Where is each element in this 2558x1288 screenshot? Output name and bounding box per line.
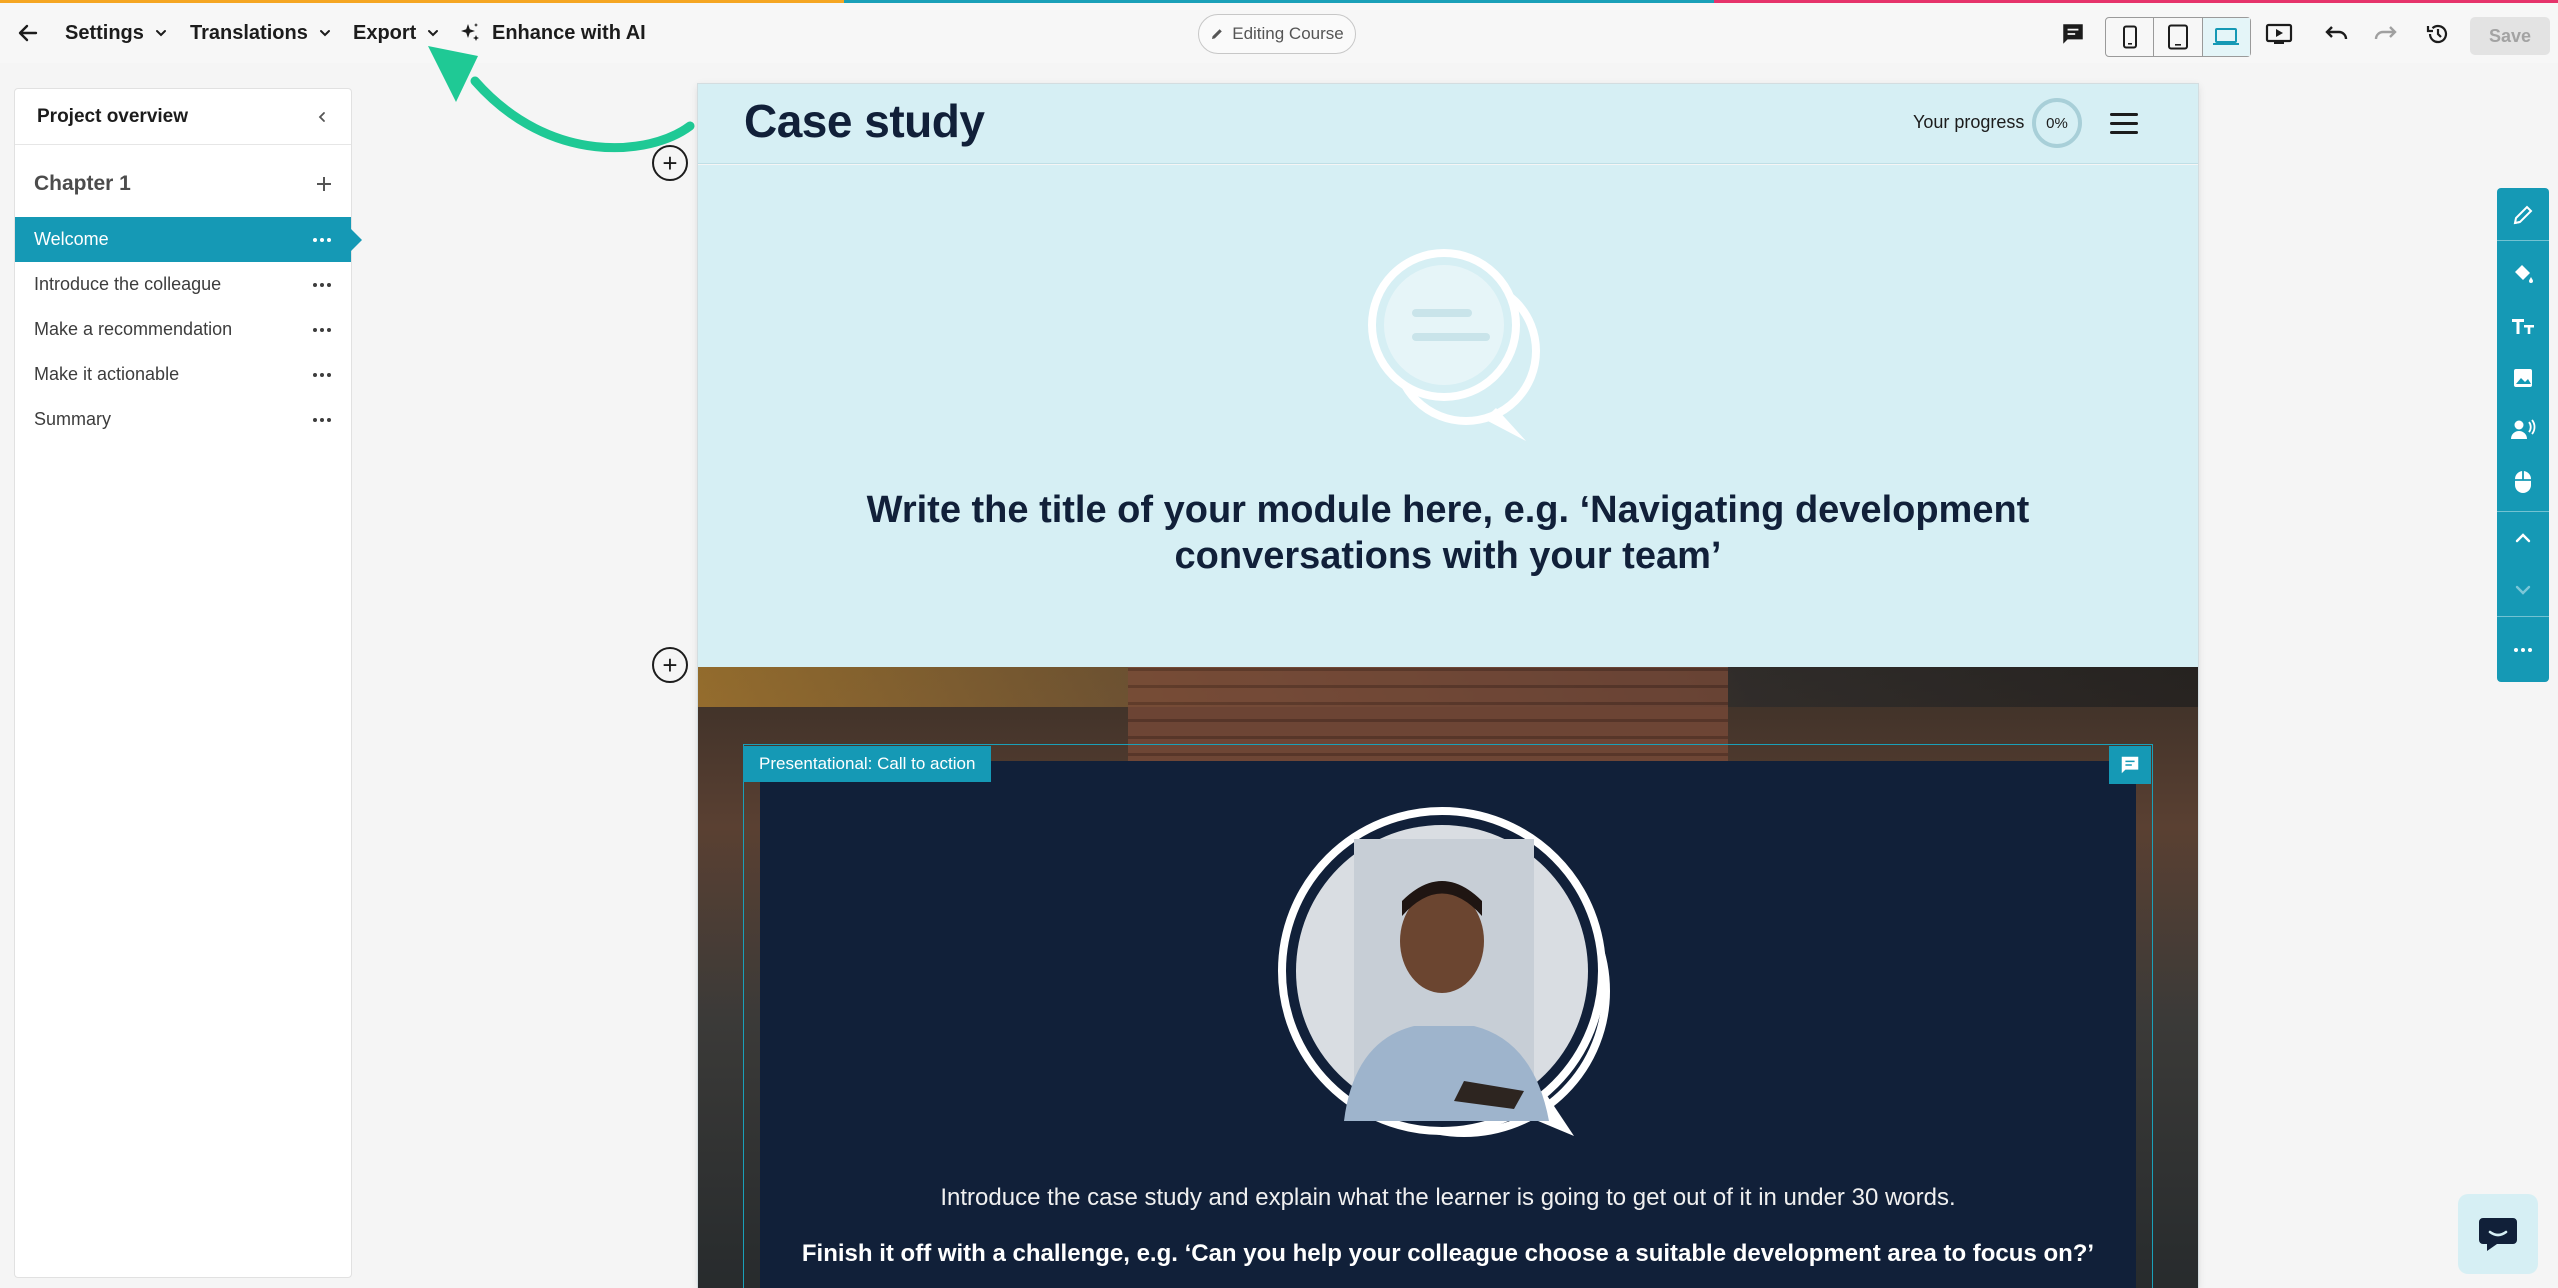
add-block-button[interactable]: +: [652, 145, 688, 181]
toolbar-divider: [2497, 240, 2549, 241]
page-label: Introduce the colleague: [34, 274, 222, 294]
history-icon: [2426, 24, 2448, 44]
block-tools-toolbar: [2497, 188, 2549, 682]
more-options-icon[interactable]: [313, 417, 331, 422]
translations-menu[interactable]: Translations: [190, 3, 332, 63]
chat-bubble-icon: [2479, 1218, 2517, 1251]
image-icon: [2514, 369, 2532, 387]
sidebar-page-welcome[interactable]: Welcome: [15, 217, 362, 262]
edit-tool-button[interactable]: [2497, 195, 2549, 235]
more-options-icon[interactable]: [313, 237, 331, 242]
project-overview-panel: Project overview Chapter 1 Welcome Intro…: [14, 88, 362, 1278]
interaction-tool-button[interactable]: [2497, 462, 2549, 502]
tablet-icon: [2167, 24, 2188, 50]
settings-label: Settings: [65, 21, 144, 44]
text-size-icon: [2512, 319, 2534, 334]
play-screen-icon: [2265, 23, 2293, 44]
course-canvas: Case study Your progress 0% Write the ti…: [698, 84, 2198, 1288]
back-button[interactable]: [16, 3, 40, 63]
progress-label: Your progress: [1913, 112, 2025, 132]
translations-label: Translations: [190, 21, 308, 44]
chapter-label: Chapter 1: [34, 172, 131, 195]
tablet-view-button[interactable]: [2154, 18, 2203, 56]
page-label: Make it actionable: [34, 364, 180, 384]
speech-bubbles-icon: [1368, 249, 1540, 441]
toolbar-divider: [2497, 511, 2549, 512]
block-type-tag: Presentational: Call to action: [743, 746, 992, 782]
mobile-phone-icon: [2122, 25, 2137, 49]
page-label: Summary: [34, 409, 112, 429]
redo-icon: [2374, 26, 2397, 40]
move-up-icon: [2515, 533, 2531, 543]
top-toolbar: Settings Translations Export Enhance wit…: [0, 3, 2558, 63]
comments-button[interactable]: [2055, 16, 2091, 52]
device-preview-group: [2105, 17, 2251, 57]
add-block-button[interactable]: +: [652, 647, 688, 683]
image-tool-button[interactable]: [2497, 358, 2549, 398]
cta-intro-text[interactable]: Introduce the case study and explain wha…: [760, 1184, 2136, 1212]
sidebar-page-make-a-recommendation[interactable]: Make a recommendation: [15, 307, 351, 352]
more-options-icon[interactable]: [313, 327, 331, 332]
move-up-button[interactable]: [2497, 518, 2549, 558]
redo-button[interactable]: [2368, 16, 2404, 52]
comment-icon: [2063, 24, 2083, 44]
more-options-icon[interactable]: [313, 282, 331, 287]
mobile-view-button[interactable]: [2106, 18, 2155, 56]
undo-icon: [2325, 26, 2348, 40]
title-block[interactable]: Write the title of your module here, e.g…: [698, 165, 2198, 667]
back-arrow-icon: [18, 24, 38, 42]
style-tool-button[interactable]: [2497, 254, 2549, 294]
more-options-icon[interactable]: [313, 372, 331, 377]
chevron-down-icon: [319, 30, 330, 37]
course-title[interactable]: Case study: [744, 94, 985, 148]
settings-menu[interactable]: Settings: [65, 3, 168, 63]
page-label: Welcome: [34, 229, 109, 249]
preview-button[interactable]: [2261, 16, 2297, 52]
project-overview-header: Project overview: [15, 89, 351, 145]
chapter-row[interactable]: Chapter 1: [15, 151, 351, 217]
page-label: Make a recommendation: [34, 319, 233, 339]
move-down-button[interactable]: [2497, 570, 2549, 610]
history-button[interactable]: [2420, 16, 2456, 52]
text-tool-button[interactable]: [2497, 306, 2549, 346]
more-tools-button[interactable]: [2497, 630, 2549, 670]
toolbar-divider: [2497, 616, 2549, 617]
course-header: Case study Your progress 0%: [698, 84, 2198, 164]
editing-course-badge[interactable]: Editing Course: [1198, 14, 1356, 54]
module-title[interactable]: Write the title of your module here, e.g…: [798, 487, 2098, 579]
block-comment-button[interactable]: [2109, 746, 2151, 784]
editing-course-label: Editing Course: [1232, 24, 1344, 43]
voice-over-tool-button[interactable]: [2497, 410, 2549, 450]
laptop-icon: [2213, 28, 2240, 45]
collapse-chevron-icon[interactable]: [315, 110, 329, 124]
edit-pencil-icon: [2513, 205, 2533, 225]
sidebar-page-summary[interactable]: Summary: [15, 397, 351, 442]
save-button[interactable]: Save: [2470, 17, 2550, 55]
chevron-down-icon: [155, 30, 166, 37]
voice-over-icon: [2511, 419, 2536, 439]
pencil-icon: [1212, 29, 1223, 39]
add-page-icon[interactable]: [315, 175, 333, 193]
project-overview-title: Project overview: [37, 105, 189, 127]
undo-button[interactable]: [2318, 16, 2354, 52]
sidebar-page-introduce-the-colleague[interactable]: Introduce the colleague: [15, 262, 351, 307]
progress-value: 0%: [2046, 114, 2068, 132]
move-down-icon: [2515, 585, 2531, 595]
desktop-view-button[interactable]: [2202, 18, 2250, 56]
paint-bucket-icon: [2515, 265, 2533, 283]
support-chat-button[interactable]: [2458, 1194, 2538, 1274]
menu-icon[interactable]: [2110, 113, 2138, 140]
more-icon: [2514, 648, 2532, 652]
cta-challenge-text[interactable]: Finish it off with a challenge, e.g. ‘Ca…: [760, 1240, 2136, 1268]
comment-icon: [2121, 756, 2139, 774]
mouse-interaction-icon: [2515, 471, 2531, 493]
sidebar-page-make-it-actionable[interactable]: Make it actionable: [15, 352, 351, 397]
progress-indicator: 0%: [2032, 98, 2082, 148]
